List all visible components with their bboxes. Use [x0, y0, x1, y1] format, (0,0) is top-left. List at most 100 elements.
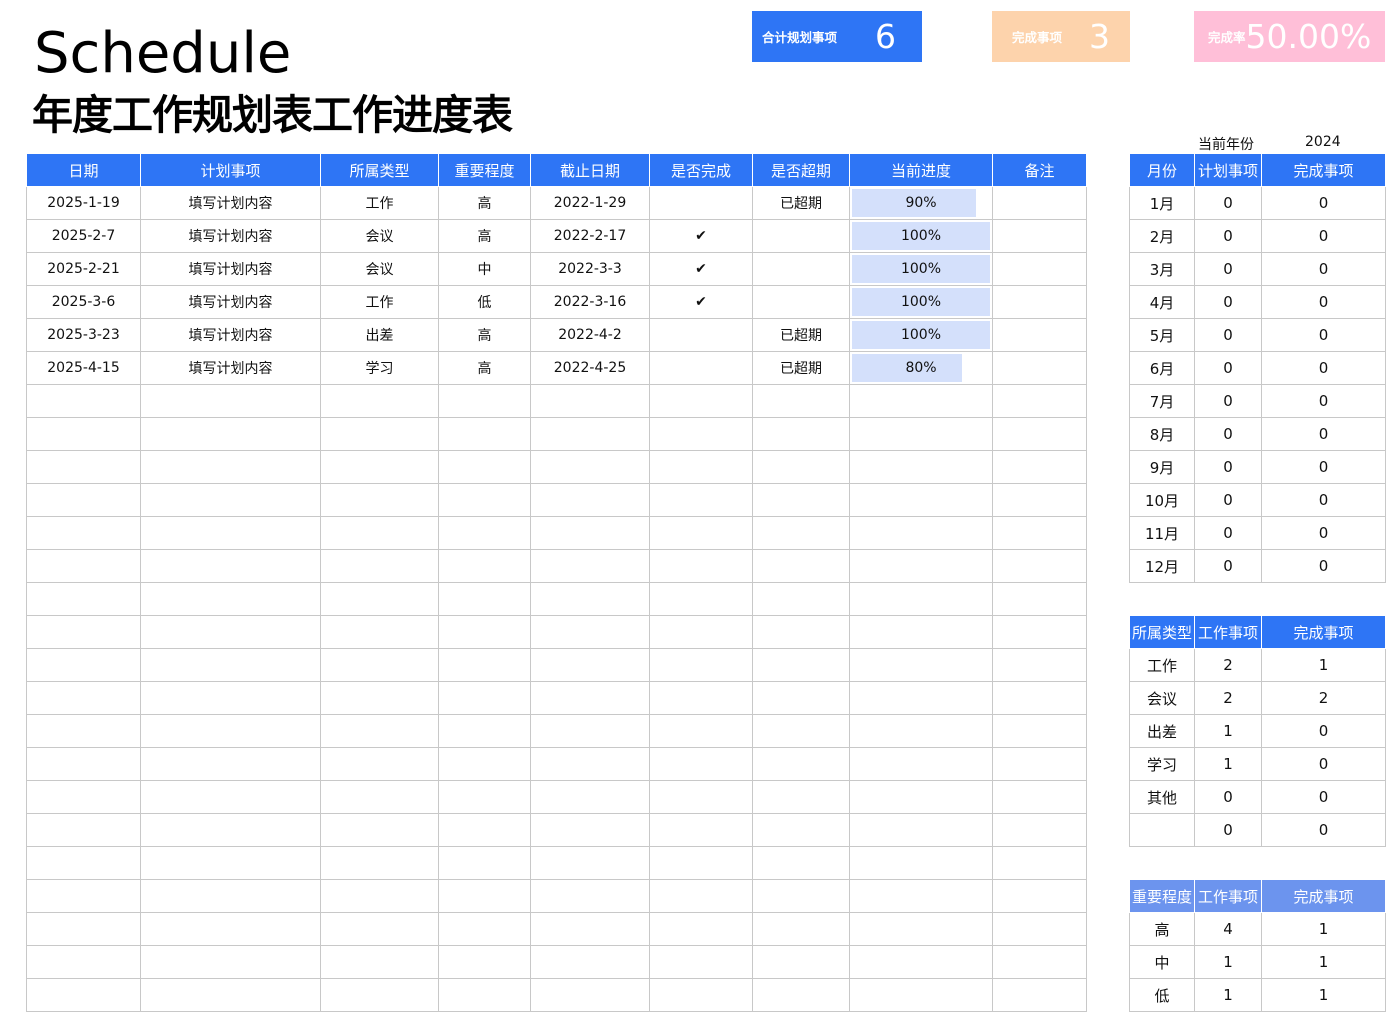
empty-cell[interactable] — [26, 549, 141, 583]
empty-cell[interactable] — [140, 780, 321, 814]
col-header-overdue[interactable]: 是否超期 — [752, 153, 850, 187]
empty-cell[interactable] — [140, 945, 321, 979]
empty-cell[interactable] — [849, 516, 993, 550]
col-header-deadline[interactable]: 截止日期 — [530, 153, 650, 187]
empty-cell[interactable] — [849, 879, 993, 913]
col-header-date[interactable]: 日期 — [26, 153, 141, 187]
summary-cell[interactable]: 0 — [1261, 450, 1386, 484]
cell-importance[interactable]: 高 — [438, 219, 531, 253]
summary-cell[interactable]: 0 — [1261, 186, 1386, 220]
summary-cell[interactable]: 9月 — [1129, 450, 1195, 484]
empty-cell[interactable] — [649, 516, 753, 550]
empty-cell[interactable] — [530, 417, 650, 451]
empty-cell[interactable] — [140, 714, 321, 748]
summary-cell[interactable]: 1 — [1194, 945, 1262, 979]
cell-date[interactable]: 2025-3-6 — [26, 285, 141, 319]
empty-cell[interactable] — [649, 483, 753, 517]
empty-cell[interactable] — [26, 879, 141, 913]
empty-cell[interactable] — [320, 582, 439, 616]
cell-importance[interactable]: 中 — [438, 252, 531, 286]
cell-deadline[interactable]: 2022-3-3 — [530, 252, 650, 286]
summary-cell[interactable]: 0 — [1194, 285, 1262, 319]
cell-done[interactable]: ✔ — [649, 285, 753, 319]
summary-cell[interactable]: 6月 — [1129, 351, 1195, 385]
summary-cell[interactable]: 0 — [1194, 384, 1262, 418]
empty-cell[interactable] — [649, 714, 753, 748]
empty-cell[interactable] — [530, 978, 650, 1012]
cell-deadline[interactable]: 2022-1-29 — [530, 186, 650, 220]
empty-cell[interactable] — [320, 648, 439, 682]
cell-overdue[interactable]: 已超期 — [752, 318, 850, 352]
empty-cell[interactable] — [438, 681, 531, 715]
cell-done[interactable] — [649, 186, 753, 220]
empty-cell[interactable] — [752, 912, 850, 946]
empty-cell[interactable] — [26, 747, 141, 781]
empty-cell[interactable] — [992, 516, 1087, 550]
cell-overdue[interactable]: 已超期 — [752, 351, 850, 385]
empty-cell[interactable] — [649, 549, 753, 583]
empty-cell[interactable] — [649, 450, 753, 484]
cell-date[interactable]: 2025-2-7 — [26, 219, 141, 253]
summary-cell[interactable]: 10月 — [1129, 483, 1195, 517]
empty-cell[interactable] — [849, 549, 993, 583]
empty-cell[interactable] — [992, 549, 1087, 583]
empty-cell[interactable] — [140, 516, 321, 550]
empty-cell[interactable] — [752, 780, 850, 814]
empty-cell[interactable] — [649, 681, 753, 715]
cell-note[interactable] — [992, 252, 1087, 286]
cell-importance[interactable]: 高 — [438, 186, 531, 220]
empty-cell[interactable] — [140, 813, 321, 847]
empty-cell[interactable] — [649, 384, 753, 418]
summary-cell[interactable]: 中 — [1129, 945, 1195, 979]
col-header-type[interactable]: 所属类型 — [320, 153, 439, 187]
empty-cell[interactable] — [438, 450, 531, 484]
empty-cell[interactable] — [992, 780, 1087, 814]
cell-progress[interactable]: 100% — [849, 318, 993, 352]
cell-type[interactable]: 出差 — [320, 318, 439, 352]
empty-cell[interactable] — [752, 648, 850, 682]
summary-cell[interactable]: 0 — [1194, 483, 1262, 517]
empty-cell[interactable] — [140, 846, 321, 880]
cell-overdue[interactable] — [752, 252, 850, 286]
empty-cell[interactable] — [752, 681, 850, 715]
empty-cell[interactable] — [140, 450, 321, 484]
empty-cell[interactable] — [438, 813, 531, 847]
empty-cell[interactable] — [26, 615, 141, 649]
empty-cell[interactable] — [140, 582, 321, 616]
cell-done[interactable] — [649, 318, 753, 352]
cell-item[interactable]: 填写计划内容 — [140, 219, 321, 253]
empty-cell[interactable] — [26, 945, 141, 979]
cell-item[interactable]: 填写计划内容 — [140, 351, 321, 385]
summary-cell[interactable]: 1 — [1194, 978, 1262, 1012]
summary-cell[interactable]: 8月 — [1129, 417, 1195, 451]
empty-cell[interactable] — [320, 780, 439, 814]
empty-cell[interactable] — [26, 846, 141, 880]
empty-cell[interactable] — [530, 714, 650, 748]
cell-progress[interactable]: 100% — [849, 252, 993, 286]
summary-cell[interactable]: 1 — [1261, 945, 1386, 979]
empty-cell[interactable] — [752, 846, 850, 880]
empty-cell[interactable] — [649, 945, 753, 979]
empty-cell[interactable] — [649, 813, 753, 847]
empty-cell[interactable] — [849, 780, 993, 814]
empty-cell[interactable] — [649, 780, 753, 814]
empty-cell[interactable] — [849, 714, 993, 748]
cell-done[interactable]: ✔ — [649, 252, 753, 286]
summary-cell[interactable]: 0 — [1261, 252, 1386, 286]
empty-cell[interactable] — [320, 912, 439, 946]
empty-cell[interactable] — [992, 483, 1087, 517]
empty-cell[interactable] — [438, 384, 531, 418]
empty-cell[interactable] — [140, 978, 321, 1012]
summary-cell[interactable]: 0 — [1261, 384, 1386, 418]
cell-progress[interactable]: 100% — [849, 285, 993, 319]
empty-cell[interactable] — [849, 615, 993, 649]
empty-cell[interactable] — [752, 483, 850, 517]
empty-cell[interactable] — [752, 978, 850, 1012]
cell-done[interactable]: ✔ — [649, 219, 753, 253]
empty-cell[interactable] — [26, 813, 141, 847]
empty-cell[interactable] — [320, 714, 439, 748]
summary-cell[interactable]: 0 — [1261, 780, 1386, 814]
empty-cell[interactable] — [530, 747, 650, 781]
cell-item[interactable]: 填写计划内容 — [140, 186, 321, 220]
cell-deadline[interactable]: 2022-2-17 — [530, 219, 650, 253]
